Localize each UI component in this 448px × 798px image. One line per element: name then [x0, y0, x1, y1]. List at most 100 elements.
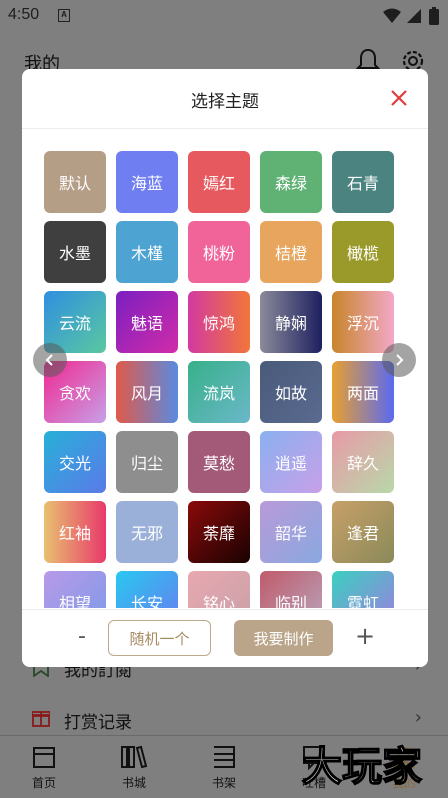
theme-tile-label: 嫣红	[202, 174, 235, 193]
theme-tile[interactable]: 海蓝	[116, 151, 178, 213]
theme-tile-label: 逍遥	[274, 454, 307, 473]
theme-dialog: 选择主题 默认 海蓝 嫣红 森绿 石青水墨 木槿 桃粉 桔橙 橄榄云流 魅语 惊鸿 静娴 浮沉贪欢 风月 流…	[22, 69, 428, 667]
theme-tile-label: 如故	[274, 384, 307, 403]
status-time: 4:50	[8, 6, 40, 23]
theme-tile[interactable]: 风月	[116, 361, 178, 423]
theme-tile-label: 浮沉	[346, 314, 379, 333]
theme-tile-label: 魅语	[130, 314, 163, 333]
theme-tile[interactable]: 木槿	[116, 221, 178, 283]
theme-tile-label: 海蓝	[130, 174, 163, 193]
random-theme-button[interactable]: 随机一个	[108, 620, 211, 656]
theme-tile-label: 桔橙	[274, 244, 307, 263]
theme-tile[interactable]: 逢君	[332, 501, 394, 563]
theme-tile-label: 森绿	[274, 174, 307, 193]
signal-icon	[407, 9, 421, 23]
status-bar: 4:50 A	[0, 0, 448, 32]
theme-tile[interactable]: 橄榄	[332, 221, 394, 283]
theme-tile[interactable]: 惊鸿	[188, 291, 250, 353]
home-icon	[33, 747, 55, 768]
watermark-logo: 大玩家	[301, 743, 423, 788]
gift-icon	[32, 711, 50, 727]
chevron-right-icon: ›	[414, 707, 422, 728]
theme-tile[interactable]: 桃粉	[188, 221, 250, 283]
nav-label: 首页	[31, 776, 56, 790]
theme-tile-label: 交光	[58, 454, 91, 473]
theme-tile-label: 橄榄	[346, 244, 379, 263]
theme-tile-label: 默认	[58, 174, 91, 193]
theme-tile[interactable]: 石青	[332, 151, 394, 213]
theme-tile-label: 流岚	[202, 384, 235, 403]
theme-tile[interactable]: 交光	[44, 431, 106, 493]
battery-icon	[429, 7, 439, 25]
theme-tile[interactable]: 无邪	[116, 501, 178, 563]
prev-page-button[interactable]	[33, 343, 67, 377]
theme-tile[interactable]: 归尘	[116, 431, 178, 493]
theme-tile[interactable]: 桔橙	[260, 221, 322, 283]
theme-tile-label: 桃粉	[202, 244, 235, 263]
theme-tile-label: 辞久	[346, 454, 379, 473]
theme-tile[interactable]: 嫣红	[188, 151, 250, 213]
wifi-icon	[383, 8, 401, 23]
theme-tile-label: 霓虹	[346, 594, 379, 608]
theme-tile-label: 铭心	[202, 594, 235, 608]
notification-a-icon: A	[58, 9, 70, 22]
theme-tile[interactable]: 流岚	[188, 361, 250, 423]
theme-tile[interactable]: 韶华	[260, 501, 322, 563]
theme-tile[interactable]: 魅语	[116, 291, 178, 353]
theme-tile-label: 静娴	[274, 314, 307, 333]
theme-tile-label: 两面	[346, 384, 379, 403]
nav-bookshelf[interactable]: 书架	[194, 744, 254, 791]
theme-tile[interactable]: 相望	[44, 571, 106, 608]
nav-bookstore[interactable]: 书城	[104, 744, 164, 791]
theme-tile-label: 贪欢	[58, 384, 91, 403]
theme-tile-label: 惊鸿	[202, 314, 235, 333]
theme-grid: 默认 海蓝 嫣红 森绿 石青水墨 木槿 桃粉 桔橙 橄榄云流 魅语 惊鸿 静娴 浮沉贪欢 风月 流岚 如故 两面…	[44, 151, 394, 608]
chevron-right-icon	[396, 354, 404, 366]
nav-label: 书城	[121, 776, 146, 790]
books-icon	[121, 745, 148, 769]
theme-tile-label: 无邪	[130, 524, 163, 543]
theme-tile[interactable]: 临别	[260, 571, 322, 608]
close-icon[interactable]	[388, 87, 410, 109]
plus-button[interactable]: +	[355, 622, 375, 650]
next-page-button[interactable]	[382, 343, 416, 377]
theme-tile-label: 莫愁	[202, 454, 235, 473]
theme-tile[interactable]: 浮沉	[332, 291, 394, 353]
theme-tile[interactable]: 辞久	[332, 431, 394, 493]
theme-tile[interactable]: 铭心	[188, 571, 250, 608]
theme-tile[interactable]: 莫愁	[188, 431, 250, 493]
theme-tile[interactable]: 红袖	[44, 501, 106, 563]
theme-tile[interactable]: 霓虹	[332, 571, 394, 608]
theme-tile-label: 归尘	[130, 454, 163, 473]
theme-tile[interactable]: 默认	[44, 151, 106, 213]
theme-tile[interactable]: 逍遥	[260, 431, 322, 493]
theme-tile[interactable]: 水墨	[44, 221, 106, 283]
dialog-footer: - 随机一个 我要制作 +	[22, 609, 428, 667]
theme-tile[interactable]: 荼靡	[188, 501, 250, 563]
nav-label: 书架	[211, 776, 236, 790]
chevron-left-icon	[45, 354, 53, 366]
theme-tile[interactable]: 森绿	[260, 151, 322, 213]
minus-button[interactable]: -	[74, 624, 90, 649]
shelf-icon	[214, 746, 235, 768]
list-row-label: 打赏记录	[64, 713, 132, 733]
dialog-header: 选择主题	[22, 69, 428, 129]
theme-tile-label: 云流	[58, 314, 91, 333]
dialog-title: 选择主题	[191, 92, 259, 112]
theme-tile-label: 临别	[274, 594, 307, 608]
theme-tile-label: 荼靡	[202, 524, 235, 543]
theme-tile-label: 逢君	[346, 524, 379, 543]
theme-tile[interactable]: 长安	[116, 571, 178, 608]
theme-tile-label: 相望	[58, 594, 91, 608]
theme-grid-area[interactable]: 默认 海蓝 嫣红 森绿 石青水墨 木槿 桃粉 桔橙 橄榄云流 魅语 惊鸿 静娴 浮沉贪欢 风月 流岚 如故 两面…	[22, 130, 428, 608]
nav-home[interactable]: 首页	[14, 744, 74, 791]
watermark-text: 大玩家	[302, 744, 422, 788]
theme-tile-label: 木槿	[130, 244, 163, 263]
theme-tile-label: 长安	[130, 594, 163, 608]
theme-tile[interactable]: 静娴	[260, 291, 322, 353]
theme-tile[interactable]: 如故	[260, 361, 322, 423]
create-theme-button[interactable]: 我要制作	[234, 620, 333, 656]
theme-tile-label: 水墨	[58, 244, 91, 263]
theme-tile-label: 韶华	[274, 524, 307, 543]
theme-tile-label: 石青	[346, 174, 379, 193]
